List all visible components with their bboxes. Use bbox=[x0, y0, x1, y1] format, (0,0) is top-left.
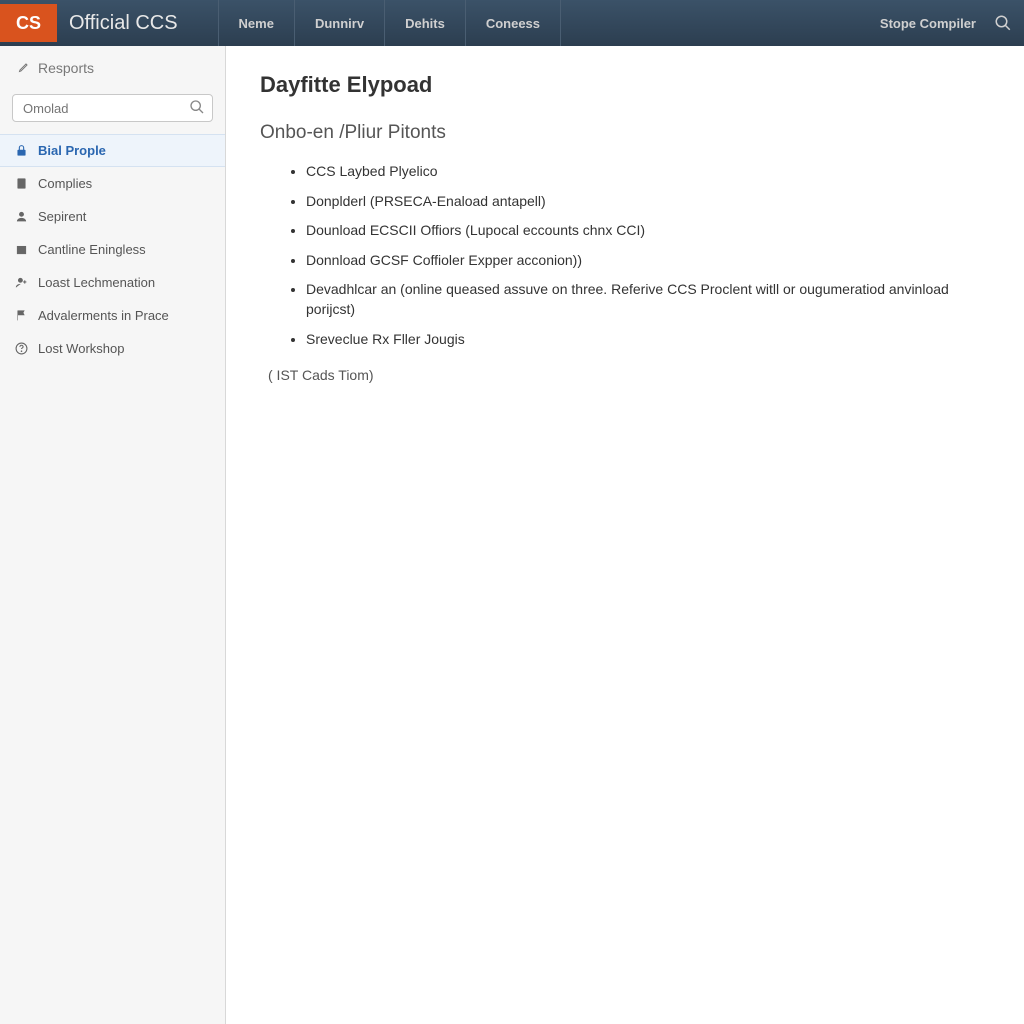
page-title: Dayfitte Elypoad bbox=[260, 72, 990, 98]
sidebar-item-sepirent[interactable]: Sepirent bbox=[0, 200, 225, 233]
header-right-link[interactable]: Stope Compiler bbox=[880, 16, 976, 31]
top-nav: Neme Dunnirv Dehits Coneess bbox=[218, 0, 561, 46]
sidebar-search-input[interactable] bbox=[12, 94, 213, 122]
sidebar-item-complies[interactable]: Complies bbox=[0, 167, 225, 200]
list-item: Dounload ECSCII Offiors (Lupocal eccount… bbox=[306, 221, 990, 241]
bullet-list: CCS Laybed Plyelico Donplderl (PRSECA-En… bbox=[260, 162, 990, 349]
doc-icon bbox=[14, 177, 28, 191]
box-icon bbox=[14, 243, 28, 257]
nav-item-0[interactable]: Neme bbox=[218, 0, 295, 46]
pencil-icon bbox=[18, 60, 30, 76]
person-icon bbox=[14, 210, 28, 224]
sidebar-item-label: Lost Workshop bbox=[38, 341, 124, 356]
user-plus-icon bbox=[14, 276, 28, 290]
sidebar-item-label: Cantline Eningless bbox=[38, 242, 146, 257]
flag-icon bbox=[14, 309, 28, 323]
footer-note: ( IST Cads Tiom) bbox=[268, 367, 990, 383]
list-item: Sreveclue Rx Fller Jougis bbox=[306, 330, 990, 350]
main-content: Dayfitte Elypoad Onbo-en /Pliur Pitonts … bbox=[226, 46, 1024, 1024]
sidebar-list: Bial Prople Complies Sepirent Cantline E… bbox=[0, 134, 225, 365]
sidebar-item-bial-prople[interactable]: Bial Prople bbox=[0, 134, 225, 167]
search-icon[interactable] bbox=[994, 14, 1012, 32]
sidebar-item-advalerments[interactable]: Advalerments in Prace bbox=[0, 299, 225, 332]
sidebar-item-label: Complies bbox=[38, 176, 92, 191]
sidebar-item-label: Advalerments in Prace bbox=[38, 308, 169, 323]
logo[interactable]: CS bbox=[0, 4, 57, 42]
question-icon bbox=[14, 342, 28, 356]
sidebar-item-label: Bial Prople bbox=[38, 143, 106, 158]
site-title: Official CCS bbox=[69, 12, 178, 35]
top-header: CS Official CCS Neme Dunnirv Dehits Cone… bbox=[0, 0, 1024, 46]
sidebar: Resports Bial Prople Complies bbox=[0, 46, 226, 1024]
sidebar-item-cantline[interactable]: Cantline Eningless bbox=[0, 233, 225, 266]
list-item: Donnload GCSF Coffioler Expper acconion)… bbox=[306, 251, 990, 271]
header-right: Stope Compiler bbox=[880, 14, 1024, 32]
sidebar-item-label: Loast Lechmenation bbox=[38, 275, 155, 290]
sidebar-header: Resports bbox=[0, 46, 225, 86]
nav-item-3[interactable]: Coneess bbox=[466, 0, 561, 46]
list-item: CCS Laybed Plyelico bbox=[306, 162, 990, 182]
sidebar-item-label: Sepirent bbox=[38, 209, 86, 224]
sidebar-item-loast[interactable]: Loast Lechmenation bbox=[0, 266, 225, 299]
nav-item-1[interactable]: Dunnirv bbox=[295, 0, 385, 46]
list-item: Devadhlcar an (online queased assuve on … bbox=[306, 280, 990, 319]
lock-icon bbox=[14, 144, 28, 158]
section-title: Onbo-en /Pliur Pitonts bbox=[260, 122, 990, 144]
sidebar-search bbox=[12, 94, 213, 122]
nav-item-2[interactable]: Dehits bbox=[385, 0, 466, 46]
search-icon[interactable] bbox=[189, 99, 205, 115]
list-item: Donplderl (PRSECA-Enaload antapell) bbox=[306, 192, 990, 212]
sidebar-item-lost-workshop[interactable]: Lost Workshop bbox=[0, 332, 225, 365]
sidebar-header-label: Resports bbox=[38, 60, 94, 76]
